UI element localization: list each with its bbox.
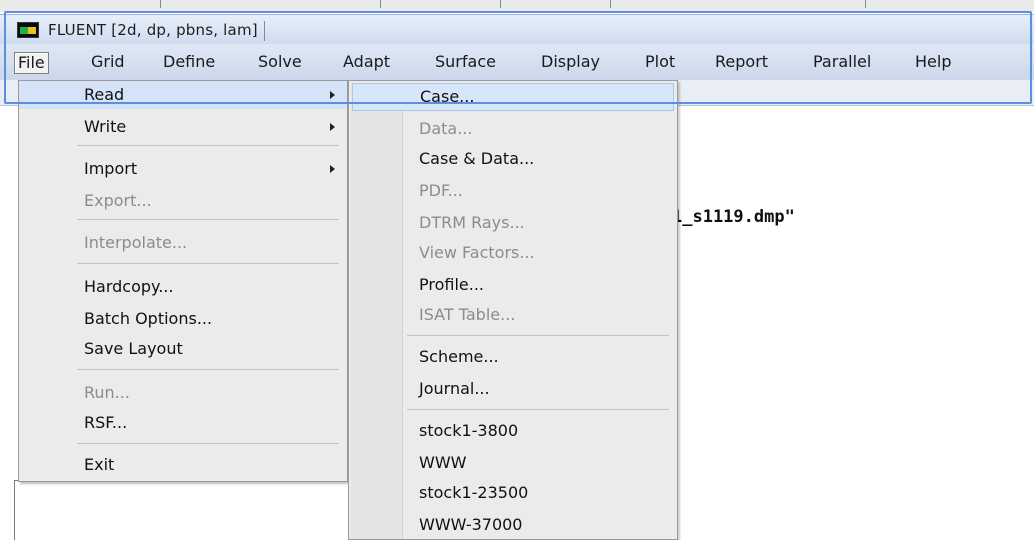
file-menu-run: Run... [19,379,347,407]
menu-item-label: stock1-23500 [419,483,529,502]
recent-file-item[interactable]: WWW [349,449,677,477]
menu-grid[interactable]: Grid [88,52,128,74]
divider [380,0,381,8]
file-menu-read[interactable]: Read [19,81,347,109]
menu-item-label: Interpolate... [84,233,188,252]
menu-item-label: Scheme... [419,347,499,366]
menu-item-label: stock1-3800 [419,421,519,440]
file-menu-save-layout[interactable]: Save Layout [19,335,347,363]
menu-item-label: ISAT Table... [419,305,516,324]
read-journal[interactable]: Journal... [349,375,677,403]
file-menu: Read Write Import Export... Interpolate.… [18,80,348,482]
window-title: FLUENT [2d, dp, pbns, lam] [48,21,265,41]
read-view-factors: View Factors... [349,239,677,267]
menu-separator [77,369,339,370]
menu-item-label: Case & Data... [419,149,535,168]
menu-item-label: WWW-37000 [419,515,523,534]
submenu-arrow-icon [330,91,335,99]
menu-separator [77,219,339,220]
menu-item-label: Exit [84,455,115,474]
menu-separator [77,145,339,146]
menu-surface[interactable]: Surface [432,52,499,74]
menu-item-label: Run... [84,383,130,402]
divider [610,0,611,8]
file-menu-write[interactable]: Write [19,113,347,141]
recent-file-item[interactable]: WWW-37000 [349,511,677,539]
file-menu-batch-options[interactable]: Batch Options... [19,305,347,333]
menu-item-label: Import [84,159,138,178]
menu-item-label: Case... [420,87,475,106]
menu-item-label: View Factors... [419,243,535,262]
read-submenu: Case... Data... Case & Data... PDF... DT… [348,80,678,540]
menu-item-label: Read [84,85,125,104]
menu-item-label: Export... [84,191,152,210]
menu-item-label: Batch Options... [84,309,213,328]
recent-file-item[interactable]: stock1-23500 [349,479,677,507]
read-profile[interactable]: Profile... [349,271,677,299]
menu-item-label: PDF... [419,181,463,200]
menu-item-label: Profile... [419,275,485,294]
console-panel[interactable] [14,480,354,540]
read-case[interactable]: Case... [352,83,674,111]
divider [500,0,501,8]
recent-file-item[interactable]: stock1-3800 [349,417,677,445]
menu-item-label: Write [84,117,127,136]
divider [865,0,866,8]
menu-item-label: Data... [419,119,473,138]
screen: { "window": { "title": "FLUENT [2d, dp, … [0,0,1034,540]
menu-item-label: Journal... [419,379,490,398]
file-menu-export: Export... [19,187,347,215]
menu-separator [77,443,339,444]
menu-item-label: Hardcopy... [84,277,174,296]
menu-solve[interactable]: Solve [255,52,305,74]
fluent-app-icon[interactable] [17,22,39,38]
file-menu-exit[interactable]: Exit [19,451,347,479]
menu-separator [407,335,669,336]
menu-item-label: Save Layout [84,339,183,358]
menu-help[interactable]: Help [912,52,954,74]
menu-display[interactable]: Display [538,52,603,74]
title-bar: FLUENT [2d, dp, pbns, lam] [0,14,1034,44]
read-dtrm-rays: DTRM Rays... [349,209,677,237]
menu-item-label: RSF... [84,413,128,432]
read-case-and-data[interactable]: Case & Data... [349,145,677,173]
divider [160,0,161,8]
file-menu-import[interactable]: Import [19,155,347,183]
read-scheme[interactable]: Scheme... [349,343,677,371]
menu-report[interactable]: Report [712,52,771,74]
menu-item-label: WWW [419,453,467,472]
menu-plot[interactable]: Plot [642,52,678,74]
submenu-arrow-icon [330,123,335,131]
submenu-arrow-icon [330,165,335,173]
menu-file[interactable]: File [14,52,49,74]
background-window-edge [0,0,1034,12]
menu-adapt[interactable]: Adapt [340,52,393,74]
read-pdf: PDF... [349,177,677,205]
read-data: Data... [349,115,677,143]
menu-item-label: DTRM Rays... [419,213,525,232]
file-menu-rsf[interactable]: RSF... [19,409,347,437]
file-menu-hardcopy[interactable]: Hardcopy... [19,273,347,301]
menu-separator [77,263,339,264]
menu-bar: File Grid Define Solve Adapt Surface Dis… [0,44,1034,80]
menu-separator [407,409,669,410]
menu-define[interactable]: Define [160,52,218,74]
read-isat-table: ISAT Table... [349,301,677,329]
console-output: 1_s1119.dmp" [672,207,795,227]
file-menu-interpolate: Interpolate... [19,229,347,257]
menu-parallel[interactable]: Parallel [810,52,874,74]
